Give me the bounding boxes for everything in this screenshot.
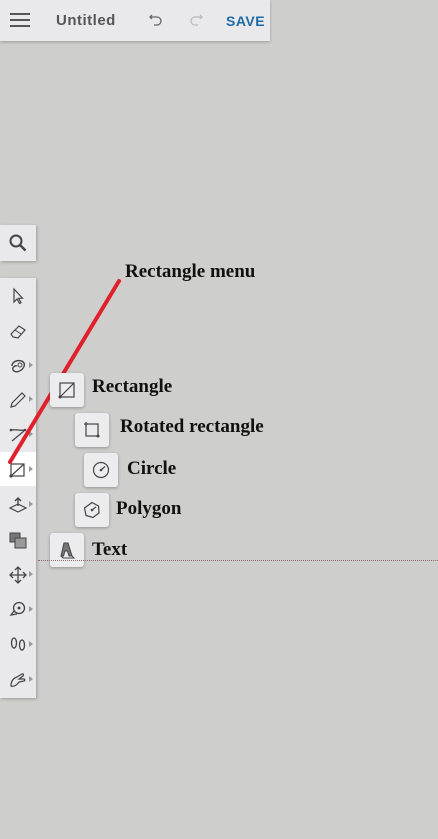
polygon-button[interactable] — [75, 493, 109, 527]
rectangle-button[interactable] — [50, 373, 84, 407]
rectangle-icon — [58, 382, 75, 399]
rotated-rectangle-button[interactable] — [75, 413, 109, 447]
text-3d-button[interactable] — [50, 533, 84, 567]
menu-label-rectangle: Rectangle — [92, 376, 173, 397]
ground-line — [38, 560, 438, 561]
text-3d-icon — [60, 542, 76, 559]
menu-label-polygon: Polygon — [116, 498, 182, 519]
menu-label-text: Text — [92, 539, 128, 560]
menu-label-circle: Circle — [127, 458, 177, 479]
polygon-icon — [83, 501, 100, 519]
circle-button[interactable] — [84, 453, 118, 487]
rotated-rectangle-icon — [84, 422, 100, 438]
menu-label-rotated-rectangle: Rotated rectangle — [120, 416, 264, 437]
annotation-label: Rectangle menu — [125, 261, 256, 282]
circle-icon — [92, 461, 110, 479]
